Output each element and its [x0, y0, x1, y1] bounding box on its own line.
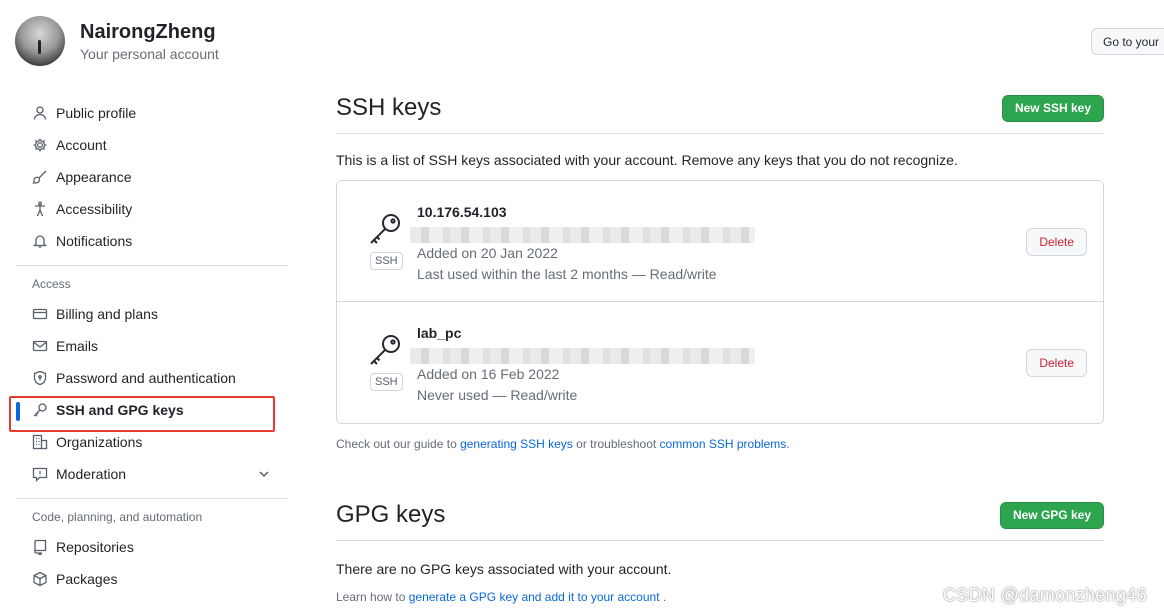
generating-ssh-keys-link[interactable]: generating SSH keys	[460, 437, 573, 451]
key-icon	[370, 335, 400, 365]
sidebar-item-label: Accessibility	[56, 201, 133, 217]
sidebar-item-moderation[interactable]: Moderation	[16, 458, 288, 490]
sidebar-item-label: Notifications	[56, 233, 133, 249]
ssh-key-row: SSH lab_pc Added on 16 Feb 2022 Never us…	[337, 302, 1103, 423]
sidebar-item-label: Organizations	[56, 434, 143, 450]
redacted-fingerprint	[410, 227, 755, 243]
guide-suffix: .	[786, 437, 790, 451]
sidebar-item-label: Moderation	[56, 466, 127, 482]
guide-middle: or troubleshoot	[572, 437, 660, 451]
key-icon	[370, 214, 400, 244]
ssh-description: This is a list of SSH keys associated wi…	[336, 152, 958, 168]
sidebar-item-label: Packages	[56, 571, 118, 587]
sidebar-heading-access: Access	[32, 277, 71, 291]
settings-sidebar: Public profile Account Appearance Access…	[16, 97, 288, 595]
profile-subtitle: Your personal account	[80, 45, 219, 62]
bell-icon	[32, 233, 48, 249]
page-title: SSH keys	[336, 94, 442, 121]
learn-suffix: .	[659, 590, 667, 604]
sidebar-item-account[interactable]: Account	[16, 129, 288, 161]
person-icon	[32, 105, 48, 121]
sidebar-item-packages[interactable]: Packages	[16, 563, 288, 595]
sidebar-item-accessibility[interactable]: Accessibility	[16, 193, 288, 225]
sidebar-item-label: Billing and plans	[56, 306, 158, 322]
key-last-used: Last used within the last 2 months — Rea…	[417, 266, 717, 282]
sidebar-item-label: Password and authentication	[56, 370, 236, 386]
ssh-badge: SSH	[370, 373, 403, 391]
shield-lock-icon	[32, 370, 48, 386]
sidebar-divider	[16, 498, 288, 499]
key-title: lab_pc	[417, 325, 462, 341]
sidebar-item-label: Emails	[56, 338, 99, 354]
key-last-used: Never used — Read/write	[417, 387, 578, 403]
chevron-down-icon[interactable]	[256, 466, 272, 482]
sidebar-item-label: Public profile	[56, 105, 137, 121]
sidebar-item-password[interactable]: Password and authentication	[16, 362, 288, 394]
avatar[interactable]	[15, 16, 65, 66]
key-icon	[32, 402, 48, 418]
key-added-date: Added on 20 Jan 2022	[417, 245, 558, 261]
credit-card-icon	[32, 306, 48, 322]
gpg-empty-message: There are no GPG keys associated with yo…	[336, 561, 672, 577]
ssh-keys-section: SSH keys New SSH key This is a list of S…	[336, 90, 1104, 451]
profile-text: NairongZheng Your personal account	[80, 20, 219, 63]
sidebar-heading-code: Code, planning, and automation	[32, 510, 203, 524]
new-ssh-key-button[interactable]: New SSH key	[1001, 94, 1104, 122]
delete-key-button[interactable]: Delete	[1026, 228, 1087, 256]
repo-icon	[32, 539, 48, 555]
sidebar-item-notifications[interactable]: Notifications	[16, 225, 288, 257]
ssh-guide-text: Check out our guide to generating SSH ke…	[336, 437, 1104, 451]
sidebar-item-appearance[interactable]: Appearance	[16, 161, 288, 193]
key-added-date: Added on 16 Feb 2022	[417, 366, 560, 382]
profile-header: NairongZheng Your personal account	[15, 16, 219, 66]
sidebar-item-public-profile[interactable]: Public profile	[16, 97, 288, 129]
sidebar-divider	[16, 265, 288, 266]
ssh-badge: SSH	[370, 252, 403, 270]
sidebar-item-repositories[interactable]: Repositories	[16, 531, 288, 563]
guide-prefix: Check out our guide to	[336, 437, 461, 451]
ssh-key-row: SSH 10.176.54.103 Added on 20 Jan 2022 L…	[337, 181, 1103, 302]
delete-key-button[interactable]: Delete	[1026, 349, 1087, 377]
report-icon	[32, 466, 48, 482]
learn-prefix: Learn how to	[336, 590, 409, 604]
sidebar-item-label: Account	[56, 137, 107, 153]
mail-icon	[32, 338, 48, 354]
sidebar-item-label: Appearance	[56, 169, 132, 185]
ssh-section-header: SSH keys New SSH key	[336, 90, 1104, 134]
redacted-fingerprint	[410, 348, 755, 364]
ssh-key-list: SSH 10.176.54.103 Added on 20 Jan 2022 L…	[336, 180, 1104, 424]
sidebar-item-label: Repositories	[56, 539, 134, 555]
sidebar-item-ssh-gpg-keys[interactable]: SSH and GPG keys	[16, 394, 288, 426]
package-icon	[32, 571, 48, 587]
go-to-profile-button[interactable]: Go to your	[1091, 28, 1164, 55]
gpg-section-header: GPG keys New GPG key	[336, 497, 1104, 541]
sidebar-item-organizations[interactable]: Organizations	[16, 426, 288, 458]
common-ssh-problems-link[interactable]: common SSH problems	[660, 437, 787, 451]
profile-name[interactable]: NairongZheng	[80, 20, 219, 44]
sidebar-item-emails[interactable]: Emails	[16, 330, 288, 362]
watermark: CSDN @damonzheng46	[943, 585, 1147, 605]
sidebar-item-billing[interactable]: Billing and plans	[16, 298, 288, 330]
organization-icon	[32, 434, 48, 450]
paintbrush-icon	[32, 169, 48, 185]
key-title: 10.176.54.103	[417, 204, 507, 220]
sidebar-item-label: SSH and GPG keys	[56, 402, 184, 418]
accessibility-icon	[32, 201, 48, 217]
gear-icon	[32, 137, 48, 153]
new-gpg-key-button[interactable]: New GPG key	[999, 501, 1104, 529]
generate-gpg-key-link[interactable]: generate a GPG key and add it to your ac…	[409, 590, 660, 604]
gpg-title: GPG keys	[336, 501, 446, 528]
